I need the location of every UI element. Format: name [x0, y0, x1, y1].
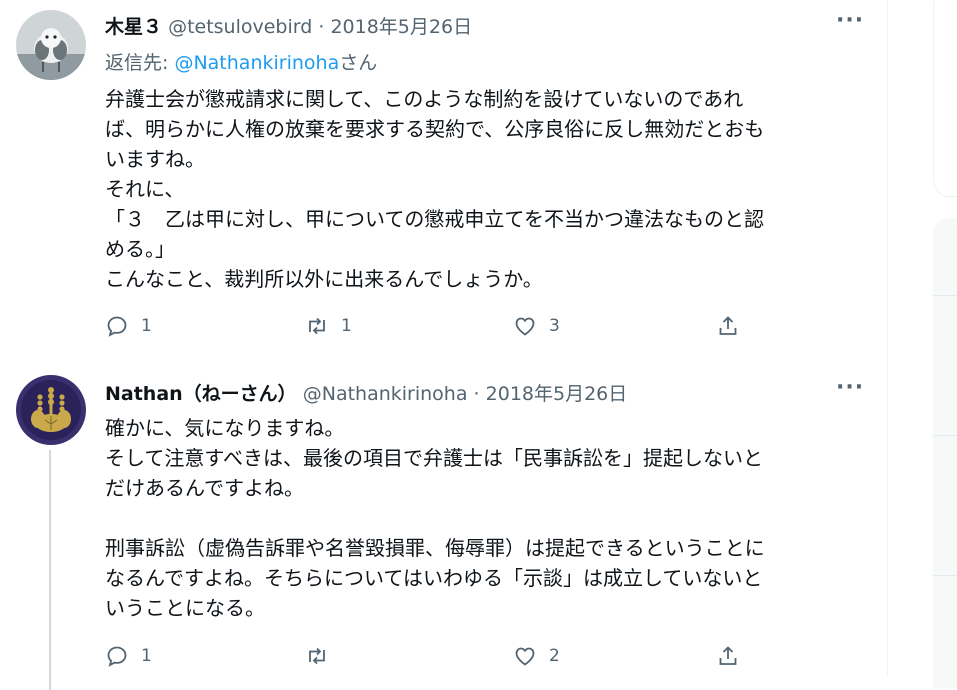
timeline: 木星３ @tetsulovebird · 2018年5月26日 ··· 返信先:…	[0, 0, 888, 690]
user-handle[interactable]: @tetsulovebird	[168, 16, 312, 38]
reply-to-line: 返信先: @Nathankirinohaさん	[105, 48, 377, 75]
tweet-actions: 1 1 3	[105, 311, 765, 341]
sidebar-divider	[933, 295, 957, 296]
sidebar-panel	[933, 0, 957, 197]
tweet-header: 木星３ @tetsulovebird · 2018年5月26日	[105, 12, 472, 39]
separator-dot: ·	[318, 16, 325, 38]
reply-to-mention[interactable]: @Nathankirinoha	[174, 52, 339, 74]
thread-line	[49, 450, 51, 690]
retweet-count: 1	[341, 316, 352, 336]
like-icon	[515, 317, 535, 336]
reply-to-prefix: 返信先:	[105, 52, 175, 74]
retweet-icon	[309, 317, 325, 335]
share-button[interactable]	[716, 311, 740, 341]
sidebar-panel	[933, 218, 957, 688]
sidebar-divider	[933, 575, 957, 576]
bird-avatar-image	[16, 10, 86, 80]
tweet-actions: 1 2	[105, 641, 765, 671]
share-icon	[719, 316, 737, 335]
more-icon[interactable]: ···	[836, 8, 864, 33]
retweet-button[interactable]	[305, 641, 341, 671]
share-icon	[719, 646, 737, 665]
separator-dot: ·	[473, 383, 480, 405]
avatar[interactable]	[16, 10, 86, 80]
reply-button[interactable]: 1	[105, 311, 152, 341]
user-handle[interactable]: @Nathankirinoha	[303, 383, 468, 405]
like-count: 2	[549, 646, 560, 666]
reply-count: 1	[141, 316, 152, 336]
display-name[interactable]: 木星３	[105, 16, 162, 38]
reply-icon	[107, 646, 127, 667]
like-icon	[515, 647, 535, 666]
tweet-header: Nathan（ねーさん） @Nathankirinoha · 2018年5月26…	[105, 379, 627, 406]
reply-button[interactable]: 1	[105, 641, 152, 671]
like-button[interactable]: 2	[513, 641, 560, 671]
reply-to-suffix: さん	[339, 52, 378, 74]
avatar[interactable]	[16, 375, 86, 445]
tweet-text: 確かに、気になりますね。 そして注意すべきは、最後の項目で弁護士は「民事訴訟を」…	[105, 416, 765, 620]
share-button[interactable]	[716, 641, 740, 671]
sidebar-divider	[933, 435, 957, 436]
tweet[interactable]: 木星３ @tetsulovebird · 2018年5月26日 ··· 返信先:…	[0, 0, 887, 355]
paulownia-crest-avatar-image	[16, 375, 86, 445]
reply-count: 1	[141, 646, 152, 666]
tweet-date[interactable]: 2018年5月26日	[330, 16, 472, 38]
tweet-text: 弁護士会が懲戒請求に関して、このような制約を設けていないのであれ ば、明らかに人…	[105, 87, 765, 291]
retweet-icon	[309, 647, 325, 665]
like-count: 3	[549, 316, 560, 336]
more-icon[interactable]: ···	[836, 375, 864, 400]
tweet-date[interactable]: 2018年5月26日	[486, 383, 628, 405]
display-name[interactable]: Nathan（ねーさん）	[105, 383, 297, 405]
retweet-button[interactable]: 1	[305, 311, 352, 341]
reply-icon	[107, 316, 127, 337]
like-button[interactable]: 3	[513, 311, 560, 341]
tweet[interactable]: Nathan（ねーさん） @Nathankirinoha · 2018年5月26…	[0, 355, 887, 690]
